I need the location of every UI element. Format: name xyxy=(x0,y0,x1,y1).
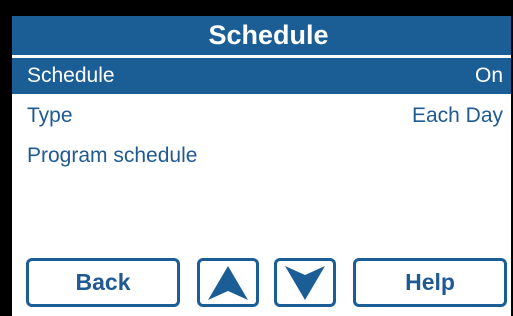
help-button[interactable]: Help xyxy=(353,258,507,307)
title-bar: Schedule xyxy=(12,16,511,55)
page-title: Schedule xyxy=(208,20,329,50)
scroll-up-button[interactable] xyxy=(197,258,259,307)
help-button-label: Help xyxy=(405,269,455,295)
menu-item-label: Program schedule xyxy=(27,144,198,167)
menu-item-type[interactable]: Type Each Day xyxy=(12,98,511,134)
device-bezel: Schedule Schedule On Type Each Day Progr… xyxy=(0,0,513,316)
menu-item-schedule[interactable]: Schedule On xyxy=(12,58,511,94)
display-screen: Schedule Schedule On Type Each Day Progr… xyxy=(12,16,511,316)
back-button[interactable]: Back xyxy=(26,258,180,307)
arrow-up-icon xyxy=(208,266,248,300)
menu-item-program-schedule[interactable]: Program schedule xyxy=(12,138,511,174)
menu-item-value: On xyxy=(474,64,503,87)
menu-item-label: Schedule xyxy=(27,64,115,87)
menu-item-label: Type xyxy=(27,104,73,127)
back-button-label: Back xyxy=(75,269,131,295)
arrow-down-icon xyxy=(285,266,325,300)
scroll-down-button[interactable] xyxy=(274,258,336,307)
menu-item-value: Each Day xyxy=(411,104,503,127)
